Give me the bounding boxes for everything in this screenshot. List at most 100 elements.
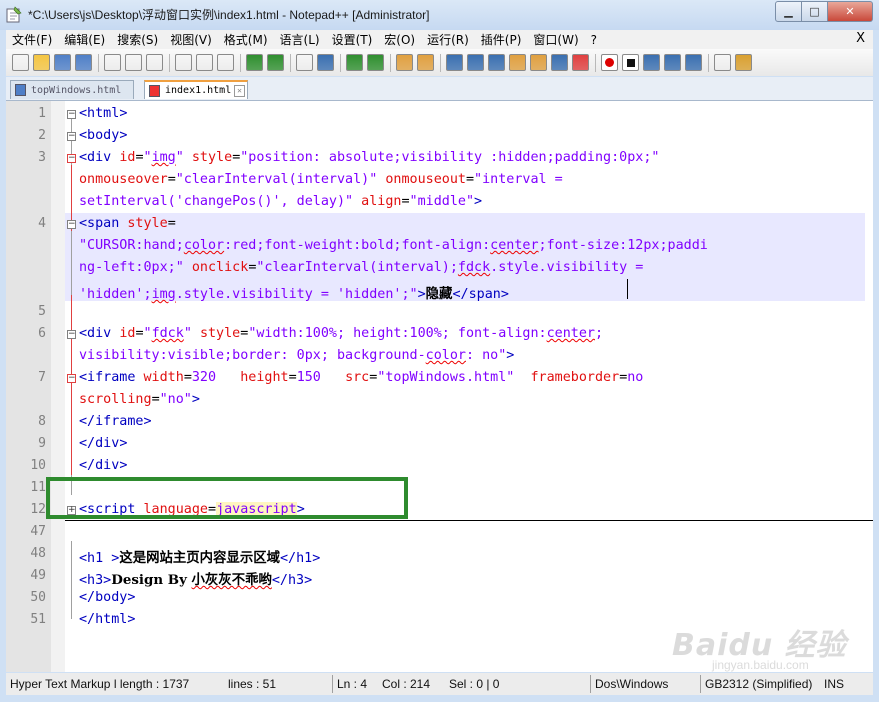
menu-close-document-button[interactable]: X xyxy=(856,31,865,46)
indent-guide-icon[interactable] xyxy=(488,54,505,71)
line-text: <h3>Design By 小灰灰不乖哟</h3> xyxy=(79,572,313,588)
save-macro-icon[interactable] xyxy=(685,54,702,71)
line-number: 6 xyxy=(38,326,46,341)
folder-workspace-icon[interactable] xyxy=(572,54,589,71)
line-text: "CURSOR:hand;color:red;font-weight:bold;… xyxy=(79,238,708,253)
stop-macro-icon[interactable] xyxy=(622,54,639,71)
menu-item-2[interactable]: 搜索(S) xyxy=(111,31,164,48)
spell-check-options-icon[interactable] xyxy=(735,54,752,71)
code-line[interactable]: 49 <h3>Design By 小灰灰不乖哟</h3> xyxy=(6,565,873,588)
word-wrap-icon[interactable] xyxy=(446,54,463,71)
code-line[interactable]: ng-left:0px;" onclick="clearInterval(int… xyxy=(6,257,873,279)
undo-icon[interactable] xyxy=(246,54,263,71)
replace-icon[interactable] xyxy=(317,54,334,71)
close-all-icon[interactable] xyxy=(125,54,142,71)
menu-item-9[interactable]: 插件(P) xyxy=(475,31,528,48)
menu-item-1[interactable]: 编辑(E) xyxy=(58,31,111,48)
menu-item-3[interactable]: 视图(V) xyxy=(164,31,218,48)
code-line[interactable]: visibility:visible;border: 0px; backgrou… xyxy=(6,345,873,367)
tab-close-icon[interactable]: ✕ xyxy=(234,85,245,97)
code-line[interactable]: "CURSOR:hand;color:red;font-weight:bold;… xyxy=(6,235,873,257)
line-text: <span style= xyxy=(79,216,176,231)
code-line[interactable]: 50 </body> xyxy=(6,587,873,609)
tab-index1[interactable]: index1.html ✕ xyxy=(144,80,248,99)
line-text: scrolling="no"> xyxy=(79,392,200,407)
sync-horizontal-icon[interactable] xyxy=(417,54,434,71)
redo-icon[interactable] xyxy=(267,54,284,71)
maximize-button[interactable]: □ xyxy=(802,1,828,22)
menu-item-4[interactable]: 格式(M) xyxy=(218,31,274,48)
code-line[interactable]: 9 </div> xyxy=(6,433,873,455)
fold-collapse-icon[interactable]: − xyxy=(67,220,76,229)
save-icon[interactable] xyxy=(54,54,71,71)
code-line[interactable]: 6 <div id="fdck" style="width:100%; heigh… xyxy=(6,323,873,345)
code-line[interactable]: 48 <h1 >这是网站主页内容显示区域</h1> xyxy=(6,543,873,566)
function-list-icon[interactable] xyxy=(551,54,568,71)
spell-check-icon[interactable] xyxy=(714,54,731,71)
menu-item-7[interactable]: 宏(O) xyxy=(378,31,421,48)
minimize-icon: ▁ xyxy=(784,5,793,18)
line-text: <html> xyxy=(79,106,128,121)
sync-vertical-icon[interactable] xyxy=(396,54,413,71)
menu-item-11[interactable]: ? xyxy=(585,33,603,47)
line-number: 10 xyxy=(30,458,46,473)
fold-collapse-icon[interactable]: − xyxy=(67,132,76,141)
zoom-in-icon[interactable] xyxy=(346,54,363,71)
zoom-out-icon[interactable] xyxy=(367,54,384,71)
code-line[interactable]: 3 <div id="img" style="position: absolute… xyxy=(6,147,873,169)
code-line[interactable]: 8 </iframe> xyxy=(6,411,873,433)
tab-strip: topWindows.html index1.html ✕ xyxy=(6,77,873,101)
code-line[interactable]: 4 <span style= xyxy=(6,213,873,235)
menu-item-0[interactable]: 文件(F) xyxy=(6,31,58,48)
fold-collapse-icon[interactable]: − xyxy=(67,330,76,339)
line-text: visibility:visible;border: 0px; backgrou… xyxy=(79,348,515,363)
code-line[interactable]: scrolling="no"> xyxy=(6,389,873,411)
line-text: </body> xyxy=(79,590,136,605)
cut-icon[interactable] xyxy=(175,54,192,71)
code-line[interactable]: 2 <body> xyxy=(6,125,873,147)
print-icon[interactable] xyxy=(146,54,163,71)
status-eol[interactable]: Dos\Windows xyxy=(595,677,668,691)
find-icon[interactable] xyxy=(296,54,313,71)
code-editor[interactable]: 1 <html> 2 <body> 3 <div id="img" style="posi… xyxy=(6,101,873,672)
line-text: </div> xyxy=(79,458,128,473)
code-line[interactable]: 7 <iframe width=320 height=150 src="topWi… xyxy=(6,367,873,389)
play-macro-icon[interactable] xyxy=(643,54,660,71)
menu-item-5[interactable]: 语言(L) xyxy=(274,31,326,48)
line-number: 11 xyxy=(30,480,46,495)
run-macro-multiple-icon[interactable] xyxy=(664,54,681,71)
menu-item-10[interactable]: 窗口(W) xyxy=(527,31,584,48)
save-all-icon[interactable] xyxy=(75,54,92,71)
status-col: Col : 214 xyxy=(382,677,431,691)
doc-map-icon[interactable] xyxy=(530,54,547,71)
new-file-icon[interactable] xyxy=(12,54,29,71)
code-line[interactable]: 47 xyxy=(6,521,873,543)
code-line[interactable]: onmouseover="clearInterval(interval)" on… xyxy=(6,169,873,191)
copy-icon[interactable] xyxy=(196,54,213,71)
show-all-chars-icon[interactable] xyxy=(467,54,484,71)
user-lang-icon[interactable] xyxy=(509,54,526,71)
code-line[interactable]: 5 xyxy=(6,301,873,323)
fold-collapse-icon[interactable]: − xyxy=(67,110,76,119)
line-number: 50 xyxy=(30,590,46,605)
code-line[interactable]: 'hidden';img.style.visibility = 'hidden'… xyxy=(6,279,873,302)
record-macro-icon[interactable] xyxy=(601,54,618,71)
code-line[interactable]: 10 </div> xyxy=(6,455,873,477)
minimize-button[interactable]: ▁ xyxy=(775,1,802,22)
menu-item-8[interactable]: 运行(R) xyxy=(421,31,475,48)
code-line[interactable]: setInterval('changePos()', delay)" align… xyxy=(6,191,873,213)
close-window-button[interactable]: ✕ xyxy=(828,1,873,22)
menu-item-6[interactable]: 设置(T) xyxy=(326,31,379,48)
line-number: 8 xyxy=(38,414,46,429)
line-text: <iframe width=320 height=150 src="topWin… xyxy=(79,370,644,385)
tab-topwindows[interactable]: topWindows.html xyxy=(10,80,134,99)
open-file-icon[interactable] xyxy=(33,54,50,71)
maximize-icon: □ xyxy=(809,5,820,18)
paste-icon[interactable] xyxy=(217,54,234,71)
line-text: 'hidden';img.style.visibility = 'hidden'… xyxy=(79,286,509,302)
status-lines: lines : 51 xyxy=(228,677,277,691)
fold-collapse-icon[interactable]: − xyxy=(67,374,76,383)
close-file-icon[interactable] xyxy=(104,54,121,71)
fold-collapse-icon[interactable]: − xyxy=(67,154,76,163)
code-line[interactable]: 1 <html> xyxy=(6,103,873,125)
